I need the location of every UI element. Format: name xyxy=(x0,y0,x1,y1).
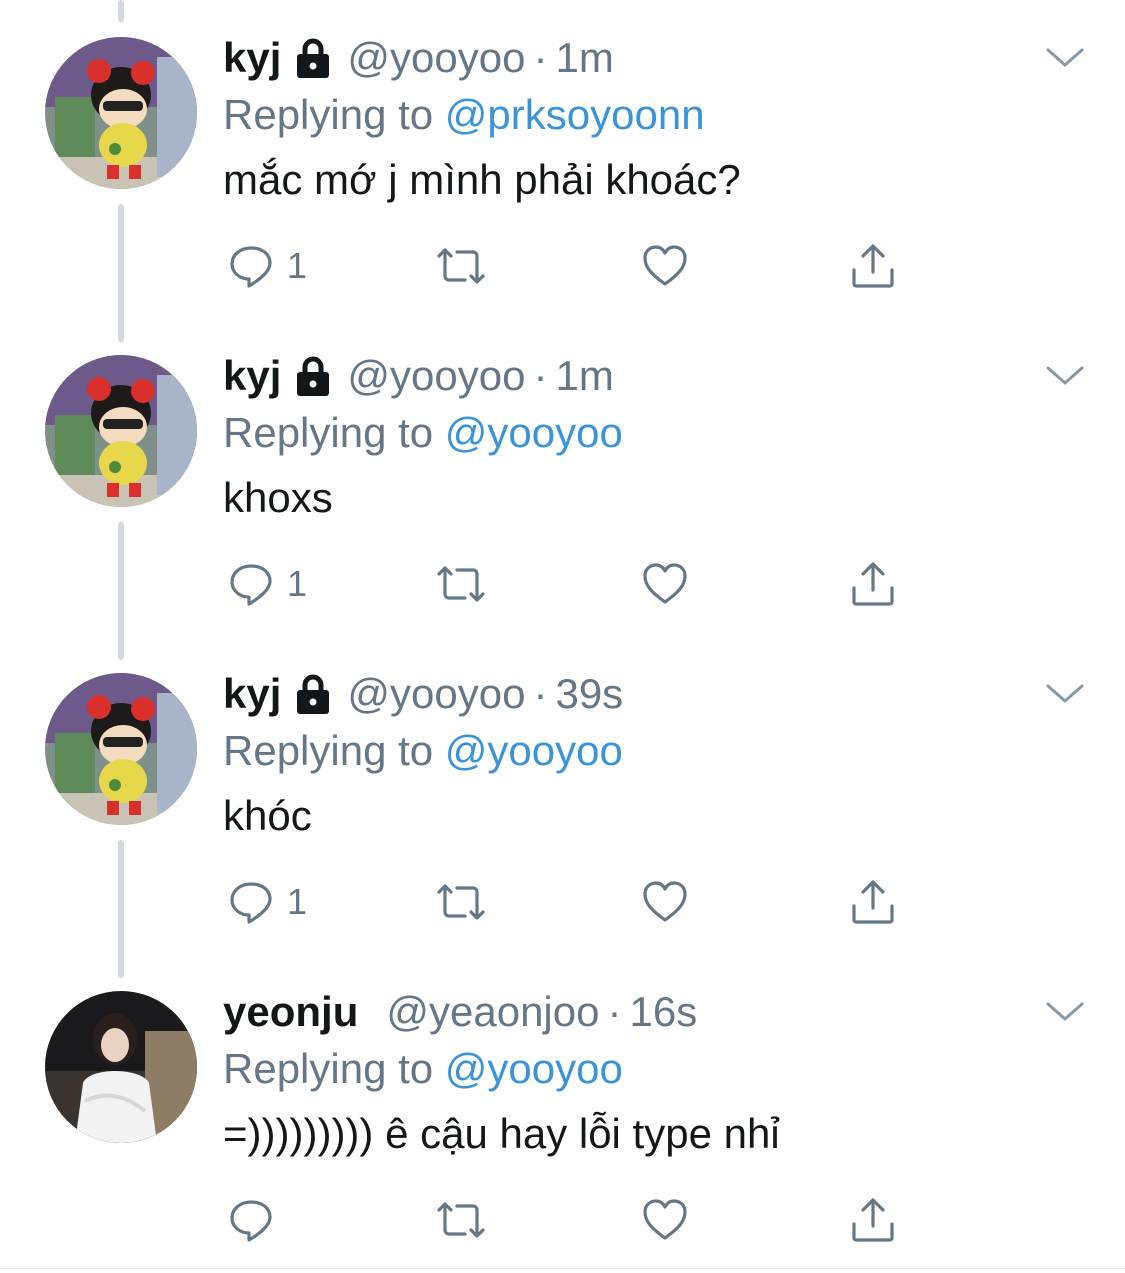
separator-dot: · xyxy=(607,988,622,1035)
like-button[interactable] xyxy=(641,872,689,932)
reply-count: 1 xyxy=(287,563,308,604)
share-button[interactable] xyxy=(849,1190,897,1250)
display-name[interactable]: kyj xyxy=(223,352,281,400)
mention-link[interactable]: @yooyoo xyxy=(445,727,623,774)
user-handle[interactable]: @yeaonjoo xyxy=(386,988,599,1036)
like-button[interactable] xyxy=(641,236,689,296)
retweet-icon xyxy=(431,1196,491,1244)
lock-icon xyxy=(293,673,333,715)
reply-button[interactable]: 1 xyxy=(227,236,307,296)
tweet[interactable]: yeonju @yeaonjoo · 16s Replying to @yooy… xyxy=(0,954,1125,1272)
display-name[interactable]: kyj xyxy=(223,34,281,82)
chevron-down-icon[interactable] xyxy=(1045,364,1085,388)
share-icon xyxy=(849,878,897,926)
heart-icon xyxy=(641,1196,689,1244)
mention-link[interactable]: @prksoyoonn xyxy=(445,91,705,138)
like-button[interactable] xyxy=(641,554,689,614)
chevron-down-icon[interactable] xyxy=(1045,1000,1085,1024)
replying-to-line: Replying to @yooyoo xyxy=(223,404,1085,462)
share-icon xyxy=(849,242,897,290)
chevron-down-icon[interactable] xyxy=(1045,682,1085,706)
separator-dot: · xyxy=(533,352,548,399)
retweet-button[interactable] xyxy=(431,554,491,614)
separator-dot: · xyxy=(533,670,548,717)
tweet-text: mắc mớ j mình phải khoác? xyxy=(223,156,741,203)
heart-icon xyxy=(641,878,689,926)
mention-link[interactable]: @yooyoo xyxy=(445,409,623,456)
reply-icon xyxy=(227,878,275,926)
replying-to-line: Replying to @yooyoo xyxy=(223,722,1085,780)
timestamp[interactable]: 39s xyxy=(555,670,623,718)
cartoon-girl-avatar-image xyxy=(45,673,197,825)
timestamp[interactable]: 16s xyxy=(629,988,697,1036)
lock-icon xyxy=(293,355,333,397)
avatar[interactable] xyxy=(45,991,197,1143)
tweet-actions: 1 xyxy=(223,554,923,614)
mention-link[interactable]: @yooyoo xyxy=(445,1045,623,1092)
replying-to-label: Replying to xyxy=(223,727,434,774)
heart-icon xyxy=(641,560,689,608)
retweet-icon xyxy=(431,242,491,290)
timestamp[interactable]: 1m xyxy=(555,34,613,82)
display-name[interactable]: yeonju xyxy=(223,988,358,1036)
tweet-text: khóc xyxy=(223,792,312,839)
divider xyxy=(0,1268,1125,1269)
reply-button[interactable]: 1 xyxy=(227,872,307,932)
tweet[interactable]: kyj @yooyoo · 1m Replying to @prksoyoonn… xyxy=(0,0,1125,318)
retweet-icon xyxy=(431,560,491,608)
tweet-actions: 1 xyxy=(223,236,923,296)
replying-to-line: Replying to @yooyoo xyxy=(223,1040,1085,1098)
timestamp[interactable]: 1m xyxy=(555,352,613,400)
user-handle[interactable]: @yooyoo xyxy=(347,34,525,82)
cartoon-girl-avatar-image xyxy=(45,355,197,507)
tweet-actions: 1 xyxy=(223,872,923,932)
reply-count: 1 xyxy=(287,245,308,286)
retweet-button[interactable] xyxy=(431,236,491,296)
share-button[interactable] xyxy=(849,236,897,296)
reply-icon xyxy=(227,242,275,290)
tweet[interactable]: kyj @yooyoo · 39s Replying to @yooyoo kh… xyxy=(0,636,1125,954)
cartoon-girl-avatar-image xyxy=(45,37,197,189)
separator-dot: · xyxy=(533,34,548,81)
tweet[interactable]: kyj @yooyoo · 1m Replying to @yooyoo kho… xyxy=(0,318,1125,636)
reply-icon xyxy=(227,1196,275,1244)
avatar[interactable] xyxy=(45,37,197,189)
chevron-down-icon[interactable] xyxy=(1045,46,1085,70)
retweet-icon xyxy=(431,878,491,926)
reply-button[interactable]: 1 xyxy=(227,554,307,614)
share-icon xyxy=(849,1196,897,1244)
replying-to-label: Replying to xyxy=(223,1045,434,1092)
replying-to-label: Replying to xyxy=(223,91,434,138)
like-button[interactable] xyxy=(641,1190,689,1250)
retweet-button[interactable] xyxy=(431,872,491,932)
photo-avatar-image xyxy=(45,991,197,1143)
user-handle[interactable]: @yooyoo xyxy=(347,352,525,400)
avatar[interactable] xyxy=(45,355,197,507)
replying-to-label: Replying to xyxy=(223,409,434,456)
tweet-actions xyxy=(223,1190,923,1250)
reply-button[interactable] xyxy=(227,1190,287,1250)
reply-count: 1 xyxy=(287,881,308,922)
reply-icon xyxy=(227,560,275,608)
replying-to-line: Replying to @prksoyoonn xyxy=(223,86,1085,144)
share-button[interactable] xyxy=(849,554,897,614)
heart-icon xyxy=(641,242,689,290)
tweet-text: =))))))))) ê cậu hay lỗi type nhỉ xyxy=(223,1110,780,1157)
user-handle[interactable]: @yooyoo xyxy=(347,670,525,718)
share-button[interactable] xyxy=(849,872,897,932)
retweet-button[interactable] xyxy=(431,1190,491,1250)
share-icon xyxy=(849,560,897,608)
tweet-text: khoxs xyxy=(223,474,333,521)
avatar[interactable] xyxy=(45,673,197,825)
lock-icon xyxy=(293,37,333,79)
display-name[interactable]: kyj xyxy=(223,670,281,718)
